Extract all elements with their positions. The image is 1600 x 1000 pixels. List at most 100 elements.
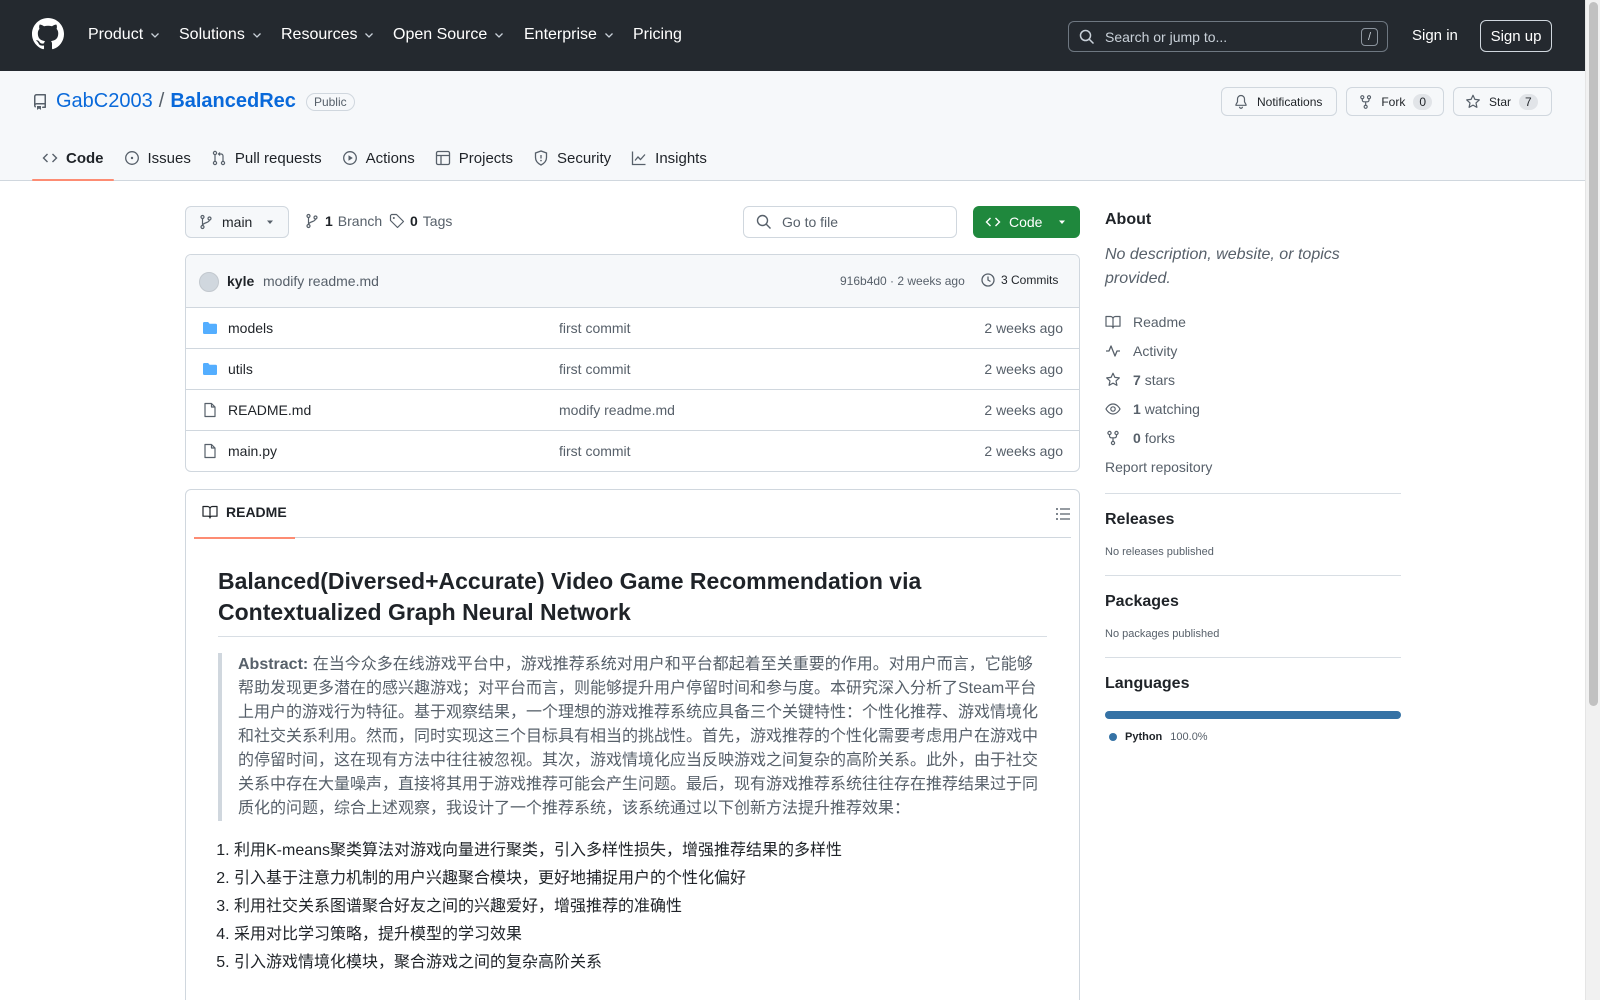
commits-history-link[interactable]: 3 Commits: [980, 272, 1058, 288]
global-search-input[interactable]: Search or jump to... /: [1068, 21, 1388, 52]
language-bar: [1105, 711, 1401, 719]
releases-heading[interactable]: Releases: [1105, 511, 1401, 529]
repo-owner-link[interactable]: GabC2003: [56, 90, 153, 113]
branch-select-button[interactable]: main: [185, 206, 289, 238]
nav-open-source[interactable]: Open Source: [393, 24, 505, 46]
notifications-label: Notifications: [1257, 94, 1323, 109]
tag-count: 0: [410, 213, 418, 229]
file-row[interactable]: README.md modify readme.md 2 weeks ago: [186, 390, 1079, 431]
nav-solutions[interactable]: Solutions: [179, 24, 263, 46]
file-name-link[interactable]: utils: [228, 361, 253, 377]
nav-label: Open Source: [393, 26, 488, 43]
search-shortcut-key: /: [1361, 28, 1378, 46]
feature-list: 利用K-means聚类算法对游戏向量进行聚类，引入多样性损失，增强推荐结果的多样…: [218, 837, 1047, 977]
search-placeholder: Search or jump to...: [1105, 28, 1228, 45]
tag-icon: [389, 213, 405, 229]
scrollbar-thumb[interactable]: [1589, 2, 1598, 706]
star-icon: [1106, 372, 1120, 386]
list-item: 利用K-means聚类算法对游戏向量进行聚类，引入多样性损失，增强推荐结果的多样…: [234, 837, 1047, 865]
repo-sidebar: About No description, website, or topics…: [1105, 211, 1401, 743]
repo-name-link[interactable]: BalancedRec: [170, 90, 296, 113]
file-row[interactable]: main.py first commit 2 weeks ago: [186, 431, 1079, 471]
readme-tab-label: README: [226, 504, 287, 520]
branch-count: 1: [325, 213, 333, 229]
star-icon: [1466, 94, 1480, 108]
commit-author-link[interactable]: kyle: [227, 273, 254, 289]
sidebar-link-stars[interactable]: 7 stars: [1105, 365, 1401, 394]
file-name-link[interactable]: README.md: [228, 402, 311, 418]
tag-label: Tags: [422, 213, 453, 229]
code-dropdown-button[interactable]: Code: [973, 206, 1080, 238]
sidebar-link-label: Readme: [1133, 314, 1186, 330]
nav-resources[interactable]: Resources: [281, 24, 375, 46]
chevron-down-icon: [151, 33, 160, 38]
sidebar-link-forks[interactable]: 0 forks: [1105, 423, 1401, 452]
tab-actions[interactable]: Actions: [332, 135, 425, 181]
commit-message-link[interactable]: modify readme.md: [263, 273, 379, 289]
go-to-file-input[interactable]: Go to file: [743, 206, 957, 238]
sidebar-link-label: 1 watching: [1133, 401, 1200, 417]
sign-in-link[interactable]: Sign in: [1412, 27, 1458, 44]
branches-link[interactable]: 1 Branch: [304, 213, 382, 229]
tab-pull-requests[interactable]: Pull requests: [201, 135, 332, 181]
fork-icon: [1360, 94, 1372, 109]
code-button-label: Code: [1009, 214, 1043, 230]
file-name-link[interactable]: models: [228, 320, 273, 336]
sidebar-link-text: Readme: [1133, 313, 1186, 330]
play-icon: [342, 151, 357, 165]
issue-icon: [124, 151, 139, 165]
folder-icon: [203, 322, 217, 334]
list-unordered-icon[interactable]: [1055, 506, 1071, 522]
sidebar-link-label: 7 stars: [1133, 372, 1175, 388]
github-logo-icon[interactable]: [32, 18, 64, 50]
path-separator: /: [158, 90, 165, 112]
sidebar-link-watching[interactable]: 1 watching: [1105, 394, 1401, 423]
tab-security[interactable]: Security: [523, 135, 621, 181]
star-button[interactable]: Star 7: [1453, 87, 1552, 116]
sidebar-link-activity[interactable]: Activity: [1105, 336, 1401, 365]
language-name: Python: [1125, 731, 1163, 743]
file-commit-date: 2 weeks ago: [984, 361, 1063, 377]
sidebar-link-label: Activity: [1133, 343, 1177, 359]
file-commit-message[interactable]: first commit: [559, 320, 631, 336]
tab-projects[interactable]: Projects: [425, 135, 523, 181]
packages-heading[interactable]: Packages: [1105, 593, 1401, 611]
tags-link[interactable]: 0 Tags: [389, 213, 452, 229]
repo-header: GabC2003 / BalancedRec Public Notificati…: [0, 71, 1585, 181]
sidebar-link-count: 7: [1133, 371, 1141, 388]
file-row[interactable]: models first commit 2 weeks ago: [186, 308, 1079, 349]
file-commit-message[interactable]: first commit: [559, 361, 631, 377]
sign-up-button[interactable]: Sign up: [1480, 20, 1552, 52]
releases-empty-text: No releases published: [1105, 546, 1214, 558]
file-row[interactable]: utils first commit 2 weeks ago: [186, 349, 1079, 390]
file-name-link[interactable]: main.py: [228, 443, 277, 459]
nav-enterprise[interactable]: Enterprise: [524, 24, 615, 46]
file-commit-message[interactable]: first commit: [559, 443, 631, 459]
pulse-icon: [1106, 344, 1120, 357]
notifications-button[interactable]: Notifications: [1221, 87, 1337, 116]
report-repository-link[interactable]: Report repository: [1105, 452, 1401, 481]
language-item[interactable]: Python 100.0%: [1105, 731, 1401, 743]
fork-label: Fork: [1381, 94, 1406, 109]
branch-icon: [200, 214, 212, 230]
nav-label: Solutions: [179, 26, 245, 43]
file-commit-message[interactable]: modify readme.md: [559, 402, 675, 418]
file-list: kyle modify readme.md 916b4d0 · 2 weeks …: [185, 254, 1080, 472]
tab-issues[interactable]: Issues: [114, 135, 201, 181]
tab-insights[interactable]: Insights: [621, 135, 717, 181]
eye-icon: [1105, 402, 1121, 415]
fork-button[interactable]: Fork 0: [1346, 87, 1444, 116]
tab-code[interactable]: Code: [32, 135, 114, 181]
sidebar-link-readme[interactable]: Readme: [1105, 307, 1401, 336]
readme-tab[interactable]: README: [194, 504, 295, 539]
commit-sha-time[interactable]: 916b4d0 · 2 weeks ago: [840, 274, 965, 288]
page-scrollbar[interactable]: [1585, 0, 1600, 1000]
sidebar-link-text: Activity: [1133, 342, 1178, 359]
nav-product[interactable]: Product: [88, 24, 161, 46]
chevron-down-icon: [252, 33, 261, 38]
avatar[interactable]: [199, 272, 219, 292]
nav-pricing[interactable]: Pricing: [633, 24, 682, 46]
tab-label: Pull requests: [234, 149, 322, 167]
search-icon: [1079, 29, 1095, 44]
commits-count-label: 3 Commits: [1001, 273, 1059, 287]
